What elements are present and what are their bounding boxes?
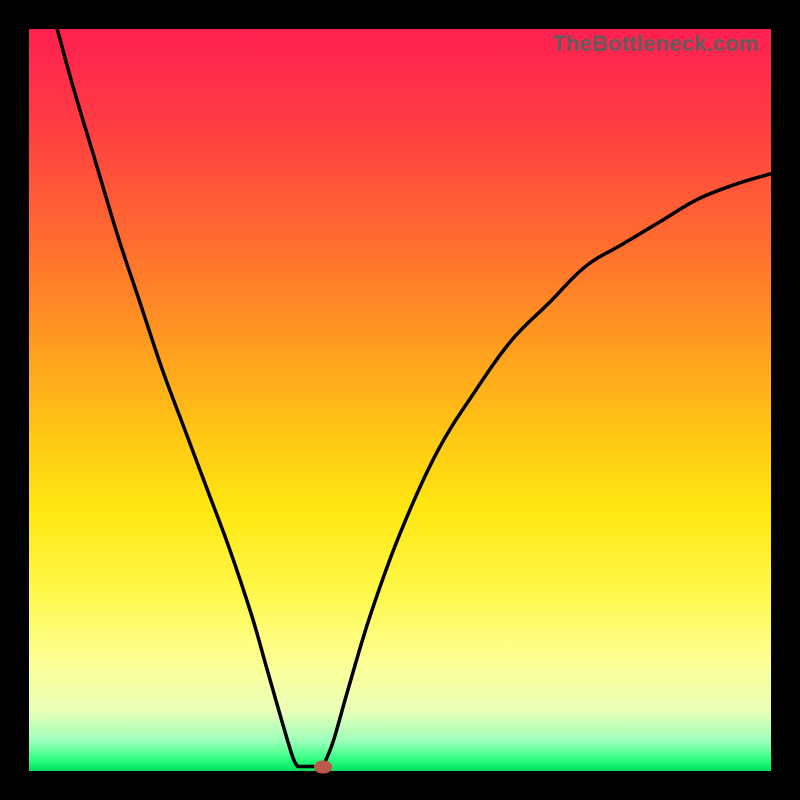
bottleneck-curve: [29, 29, 771, 771]
chart-frame: TheBottleneck.com: [0, 0, 800, 800]
watermark-text: TheBottleneck.com: [553, 31, 759, 57]
plot-area: TheBottleneck.com: [29, 29, 771, 771]
optimum-marker: [314, 760, 332, 773]
